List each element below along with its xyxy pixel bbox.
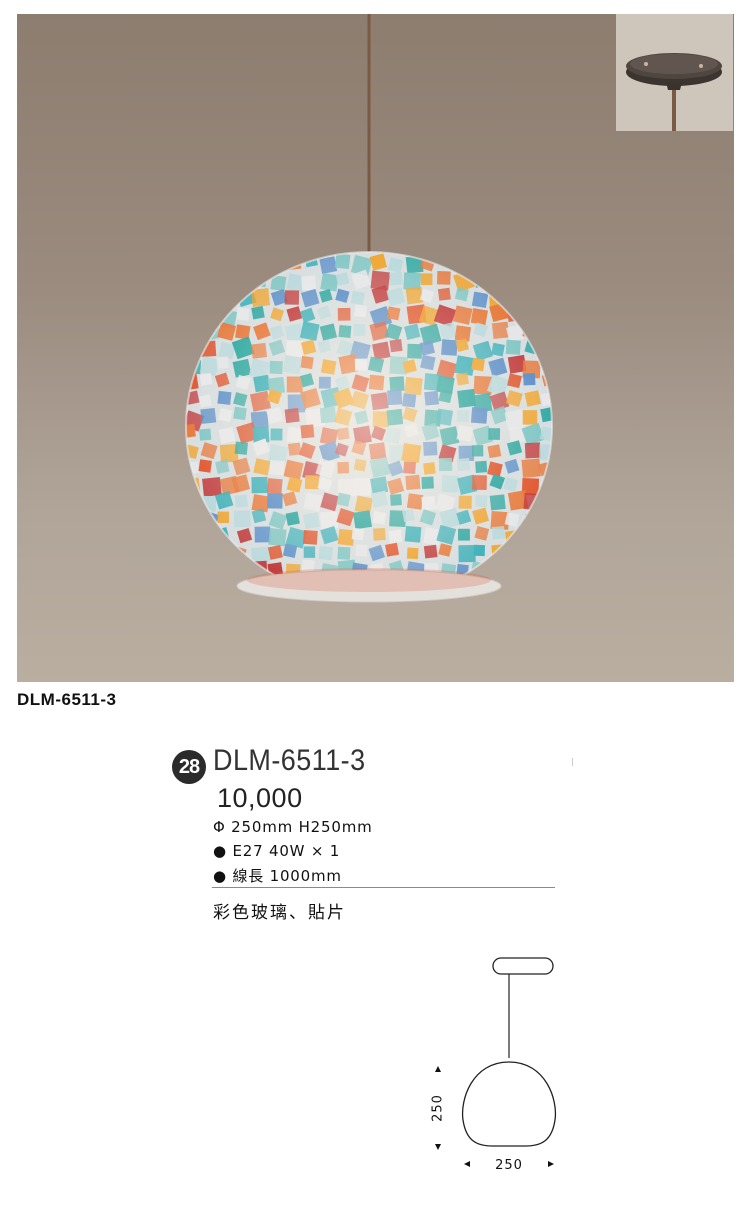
model-code: DLM-6511-3 xyxy=(213,744,366,777)
bulb-spec: ● E27 40W × 1 xyxy=(213,842,341,860)
divider xyxy=(212,887,555,888)
photo-caption: DLM-6511-3 xyxy=(17,690,117,709)
price: 10,000 xyxy=(217,783,303,813)
dimension-drawing: 250 250 xyxy=(430,950,630,1194)
material-spec: 彩色玻璃、貼片 xyxy=(213,903,346,923)
canopy-inset-photo xyxy=(616,14,733,131)
cord-spec: ● 線長 1000mm xyxy=(213,867,342,885)
size-spec: Φ 250mm H250mm xyxy=(213,818,373,836)
stray-mark xyxy=(572,758,573,766)
item-number-badge: 28 xyxy=(172,750,206,784)
width-dimension-label: 250 xyxy=(495,1158,523,1173)
height-dimension-label: 250 xyxy=(431,1094,446,1122)
